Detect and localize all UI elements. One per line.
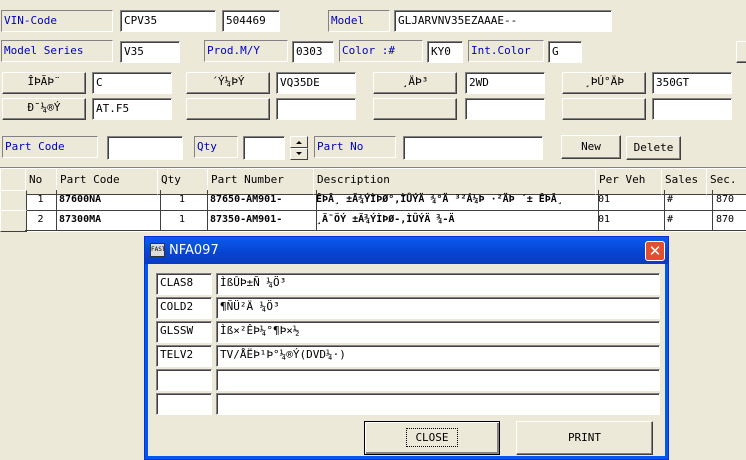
table-cell[interactable]: 1 — [25, 190, 57, 211]
dialog-desc-cell[interactable]: ¶Ñ­Ü²Ä ¼Ö³ — [216, 297, 660, 319]
dialog-desc-cell[interactable]: ÌßÛÞ±Ñ ¼Ö³ — [216, 273, 660, 295]
vin-code-label: VIN-Code — [1, 10, 113, 32]
color-field[interactable]: KY0 — [427, 41, 463, 63]
model-series-label: Model Series — [1, 40, 113, 62]
dialog-desc-cell[interactable] — [216, 393, 660, 415]
vin-code-field[interactable]: CPV35 — [120, 10, 216, 32]
attr-field-7[interactable] — [465, 98, 545, 120]
prod-my-field[interactable]: 0303 — [292, 41, 334, 63]
dialog-code-cell[interactable]: COLD2 — [156, 297, 212, 319]
attr-button-1[interactable]: ÎÞÃÞ¨ — [2, 72, 86, 94]
part-code-label: Part Code — [2, 136, 98, 158]
part-code-input[interactable] — [107, 136, 183, 160]
row-selector[interactable] — [0, 210, 27, 232]
attr-field-1[interactable]: C — [92, 72, 172, 94]
row-selector[interactable] — [0, 190, 27, 212]
nfa097-dialog: NFA097 FAST ✕ CLAS8 ÌßÛÞ±Ñ ¼Ö³ COLD2 ¶Ñ­… — [144, 236, 669, 460]
close-icon[interactable]: ✕ — [645, 241, 665, 261]
part-no-label: Part No — [314, 136, 396, 158]
table-cell[interactable]: 1 — [157, 190, 208, 211]
attr-button-3[interactable]: ¸ÄÞ³ — [373, 72, 457, 94]
table-cell[interactable]: 87350-AM901- — [207, 210, 317, 231]
dialog-code-cell[interactable]: CLAS8 — [156, 273, 212, 295]
attr-button-8[interactable] — [562, 98, 646, 120]
part-no-input[interactable] — [403, 136, 543, 160]
table-cell[interactable]: 870 — [706, 190, 746, 211]
attr-field-5[interactable]: AT.F5 — [92, 98, 172, 120]
attr-field-6[interactable] — [276, 98, 356, 120]
table-cell[interactable]: 87600NA — [56, 190, 161, 211]
attr-field-4[interactable]: 350GT — [652, 72, 732, 94]
dialog-desc-cell[interactable]: Ìß×²ÊÞ¼°¶Þ×½ — [216, 321, 660, 343]
int-color-label: Int.Color — [468, 40, 544, 62]
table-cell[interactable]: ÊÞÂ¸ ±Ã¾ÝÌÞØ°,ÌÛÝÄ ¾°Ä ³²Á¼Þ ·²ÄÞ ´± ÊÞÂ… — [313, 190, 599, 211]
arrow-down-icon — [296, 152, 302, 155]
attr-field-2[interactable]: VQ35DE — [276, 72, 356, 94]
dialog-code-cell[interactable]: GLSSW — [156, 321, 212, 343]
prod-my-label: Prod.M/Y — [204, 40, 288, 62]
dialog-desc-cell[interactable]: TV/ÅËÞ¹Þ°¼®Ý(DVD¼·) — [216, 345, 660, 367]
attr-button-2[interactable]: ´Ý¼ÞÝ — [186, 72, 270, 94]
dialog-title: NFA097 — [169, 243, 219, 258]
attr-button-7[interactable] — [373, 98, 457, 120]
table-cell[interactable]: ¸Ã¯ÖÝ ±Ã¾ÝÌÞØ-,ÌÛÝÄ ¾-Ä — [313, 210, 599, 231]
dialog-code-cell[interactable] — [156, 393, 212, 415]
table-cell[interactable]: 2 — [25, 210, 57, 231]
parts-grid: No Part Code Qty Part Number Description… — [0, 167, 746, 232]
dialog-titlebar[interactable]: NFA097 — [145, 237, 668, 264]
dialog-desc-cell[interactable] — [216, 369, 660, 391]
model-label: Model — [328, 10, 390, 32]
arrow-up-icon — [296, 141, 302, 144]
dialog-code-cell[interactable]: TELV2 — [156, 345, 212, 367]
table-cell[interactable]: 1 — [157, 210, 208, 231]
attr-button-5[interactable]: Ð¯¼®Ý — [2, 98, 86, 120]
table-cell[interactable]: 87300MA — [56, 210, 161, 231]
model-series-field[interactable]: V35 — [120, 41, 180, 63]
new-button[interactable]: New — [561, 135, 621, 159]
color-label: Color :# — [339, 40, 423, 62]
close-button[interactable]: CLOSE — [364, 421, 500, 455]
vin-serial-field[interactable]: 504469 — [222, 10, 280, 32]
table-cell[interactable]: 01 — [595, 210, 665, 231]
side-button[interactable] — [736, 41, 746, 63]
table-cell[interactable]: 87650-AM901- — [207, 190, 317, 211]
model-field[interactable]: GLJARVNV35EZAAAE-- — [394, 10, 612, 32]
table-cell[interactable]: 01 — [595, 190, 665, 211]
qty-spin-up[interactable] — [290, 136, 308, 148]
dialog-code-cell[interactable] — [156, 369, 212, 391]
attr-field-8[interactable] — [652, 98, 732, 120]
qty-spin-down[interactable] — [290, 148, 308, 160]
delete-button[interactable]: Delete — [626, 136, 681, 160]
attr-button-6[interactable] — [186, 98, 270, 120]
app-icon: FAST — [150, 243, 165, 257]
qty-label: Qty — [194, 136, 238, 158]
print-button[interactable]: PRINT — [516, 421, 653, 455]
table-cell[interactable]: 870 — [706, 210, 746, 231]
attr-field-3[interactable]: 2WD — [465, 72, 545, 94]
qty-input[interactable] — [243, 136, 285, 160]
close-button-label: CLOSE — [406, 428, 458, 447]
attr-button-4[interactable]: ¸ÞÚ°ÄÞ — [562, 72, 646, 94]
int-color-field[interactable]: G — [548, 41, 582, 63]
